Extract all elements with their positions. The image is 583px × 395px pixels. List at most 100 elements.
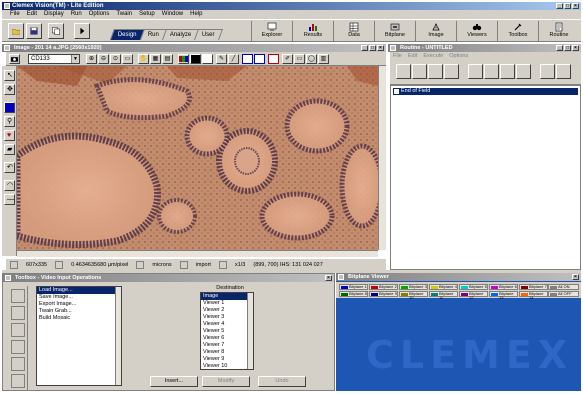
pan-button[interactable]: ✋	[138, 54, 149, 64]
threshold-category[interactable]	[11, 357, 25, 371]
routine-open-button[interactable]	[412, 64, 427, 79]
undo-button[interactable]: Undo	[258, 376, 306, 387]
destination-list[interactable]: Image Viewer 1 Viewer 2 Viewer 3 Viewer …	[200, 292, 254, 370]
menu-display[interactable]: Display	[44, 10, 64, 19]
routine-run-button[interactable]	[556, 64, 571, 79]
zoom-in-button[interactable]: ⊕	[86, 54, 97, 64]
image-minimize-button[interactable]: _	[361, 45, 368, 51]
edit-button[interactable]: ✐	[282, 54, 293, 64]
bitplane-toggle[interactable]: Bitplane 2	[369, 284, 398, 290]
camera-button[interactable]	[9, 54, 20, 64]
measure-tool-button[interactable]: ╱	[228, 54, 239, 64]
play-button[interactable]	[74, 23, 90, 39]
bitplane-button[interactable]: Bitplane	[374, 21, 415, 41]
move-tool-button[interactable]: ✥	[4, 84, 15, 95]
transform-category[interactable]	[11, 323, 25, 337]
menu-options[interactable]: Options	[89, 10, 110, 19]
color-palette-button[interactable]	[178, 54, 189, 64]
menu-setup[interactable]: Setup	[139, 10, 155, 19]
bitplane-close-button[interactable]: ×	[572, 274, 579, 280]
routine-cut-button[interactable]	[468, 64, 483, 79]
bitplane-toggle[interactable]: Bitplane 8	[339, 291, 368, 297]
all-on-button[interactable]: All ON	[548, 284, 579, 290]
all-off-button[interactable]: All OFF	[548, 291, 579, 297]
select-tool-button[interactable]: ↖	[4, 70, 15, 81]
menu-edit[interactable]: Edit	[27, 10, 37, 19]
tab-user[interactable]: User	[194, 29, 223, 40]
menu-file[interactable]: File	[10, 10, 20, 19]
list-item[interactable]: Export Image...	[37, 301, 121, 308]
routine-save-button[interactable]	[428, 64, 443, 79]
destination-scrollbar[interactable]	[247, 293, 253, 369]
toolbox-button[interactable]: Toolbox	[497, 21, 538, 41]
video-input-category[interactable]	[11, 289, 25, 303]
image-horizontal-scrollbar[interactable]	[17, 250, 378, 257]
routine-minimize-button[interactable]: _	[556, 45, 563, 51]
list-item[interactable]: Viewer 10	[201, 363, 253, 369]
menu-run[interactable]: Run	[71, 10, 82, 19]
routine-new-button[interactable]	[396, 64, 411, 79]
list-item[interactable]: Viewer 8	[201, 349, 253, 356]
zoom-out-button[interactable]: ⊖	[98, 54, 109, 64]
viewers-button[interactable]: Viewers	[456, 21, 497, 41]
list-item[interactable]: Image	[201, 293, 253, 300]
menu-window[interactable]: Window	[162, 10, 183, 19]
copy-button[interactable]	[48, 23, 64, 39]
rect-tool-button[interactable]: ▭	[294, 54, 305, 64]
bitplane-toggle[interactable]: Bitplane 6	[489, 284, 518, 290]
menu-help[interactable]: Help	[190, 10, 202, 19]
list-item[interactable]: Viewer 5	[201, 328, 253, 335]
objective-select[interactable]: CD133 ▼	[28, 54, 80, 64]
list-item[interactable]: Load Image...	[37, 287, 121, 294]
image-vertical-scrollbar[interactable]	[378, 66, 386, 250]
list-item[interactable]: Build Mosaic	[37, 315, 121, 322]
image-button[interactable]: Image	[415, 21, 456, 41]
list-item[interactable]: Viewer 4	[201, 321, 253, 328]
line-tool-button[interactable]: —	[4, 194, 15, 205]
blue-swatch-button[interactable]	[4, 102, 15, 113]
open-button[interactable]	[8, 23, 24, 39]
routine-menu-edit[interactable]: Edit	[408, 52, 417, 60]
routine-step-button[interactable]	[540, 64, 555, 79]
routine-button[interactable]: Routine	[538, 21, 579, 41]
image-close-button[interactable]: ×	[377, 45, 384, 51]
image-maximize-button[interactable]: □	[369, 45, 376, 51]
routine-close-button[interactable]: ×	[572, 45, 579, 51]
undo-tool-button[interactable]: ↶	[4, 162, 15, 173]
eyedropper-button[interactable]: ⚲	[4, 116, 15, 127]
close-button[interactable]: ×	[572, 3, 579, 9]
bitplane-toggle[interactable]: Bitplane 7	[519, 284, 548, 290]
routine-menu-file[interactable]: File	[393, 52, 402, 60]
routine-menu-options[interactable]: Options	[449, 52, 468, 60]
bitplane-toggle[interactable]: Bitplane 11	[429, 291, 458, 300]
routine-maximize-button[interactable]: □	[564, 45, 571, 51]
menu-twain[interactable]: Twain	[116, 10, 132, 19]
draw-tool-button[interactable]: ✎	[216, 54, 227, 64]
brush-tool-button[interactable]: ♥	[4, 130, 15, 141]
modify-button[interactable]: Modify	[202, 376, 250, 387]
list-item[interactable]: Viewer 1	[201, 300, 253, 307]
bitplane-select-3[interactable]	[268, 54, 279, 64]
morphology-category[interactable]	[11, 374, 25, 388]
bitplane-toggle[interactable]: Bitplane 13	[489, 291, 518, 300]
bitplane-select-2[interactable]	[254, 54, 265, 64]
save-button[interactable]	[26, 23, 42, 39]
routine-item[interactable]: End of Field	[393, 88, 578, 95]
list-item[interactable]: Viewer 6	[201, 335, 253, 342]
routine-delete-button[interactable]	[516, 64, 531, 79]
list-item[interactable]: Viewer 3	[201, 314, 253, 321]
list-item[interactable]: Viewer 9	[201, 356, 253, 363]
list-item[interactable]: Save Image...	[37, 294, 121, 301]
zoom-window-button[interactable]: ▭	[122, 54, 133, 64]
minimize-button[interactable]: _	[556, 3, 563, 9]
list-item[interactable]: Twain Grab...	[37, 308, 121, 315]
overlay-button[interactable]: ▦	[150, 54, 161, 64]
zoom-fit-button[interactable]: ⊙	[110, 54, 121, 64]
list-item[interactable]: Viewer 2	[201, 307, 253, 314]
routine-menu-execute[interactable]: Execute	[423, 52, 443, 60]
routine-copy-button[interactable]	[484, 64, 499, 79]
white-fill-button[interactable]	[202, 54, 213, 64]
operations-list[interactable]: Load Image... Save Image... Export Image…	[36, 286, 122, 386]
black-fill-button[interactable]	[190, 54, 201, 64]
lasso-tool-button[interactable]: ◠	[4, 180, 15, 191]
